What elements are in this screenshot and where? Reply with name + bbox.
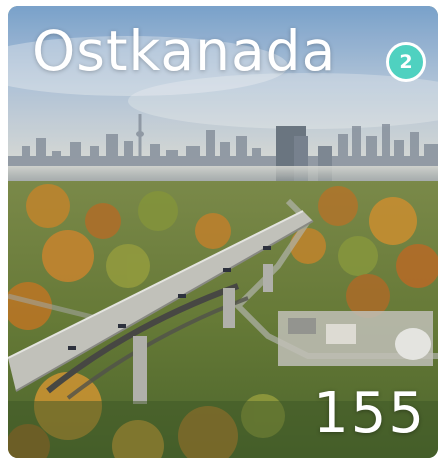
item-count: 155 (313, 381, 426, 446)
count-badge: 2 (386, 42, 426, 82)
destination-card[interactable]: Ostkanada 2 155 (8, 6, 438, 458)
card-title: Ostkanada (32, 19, 337, 83)
